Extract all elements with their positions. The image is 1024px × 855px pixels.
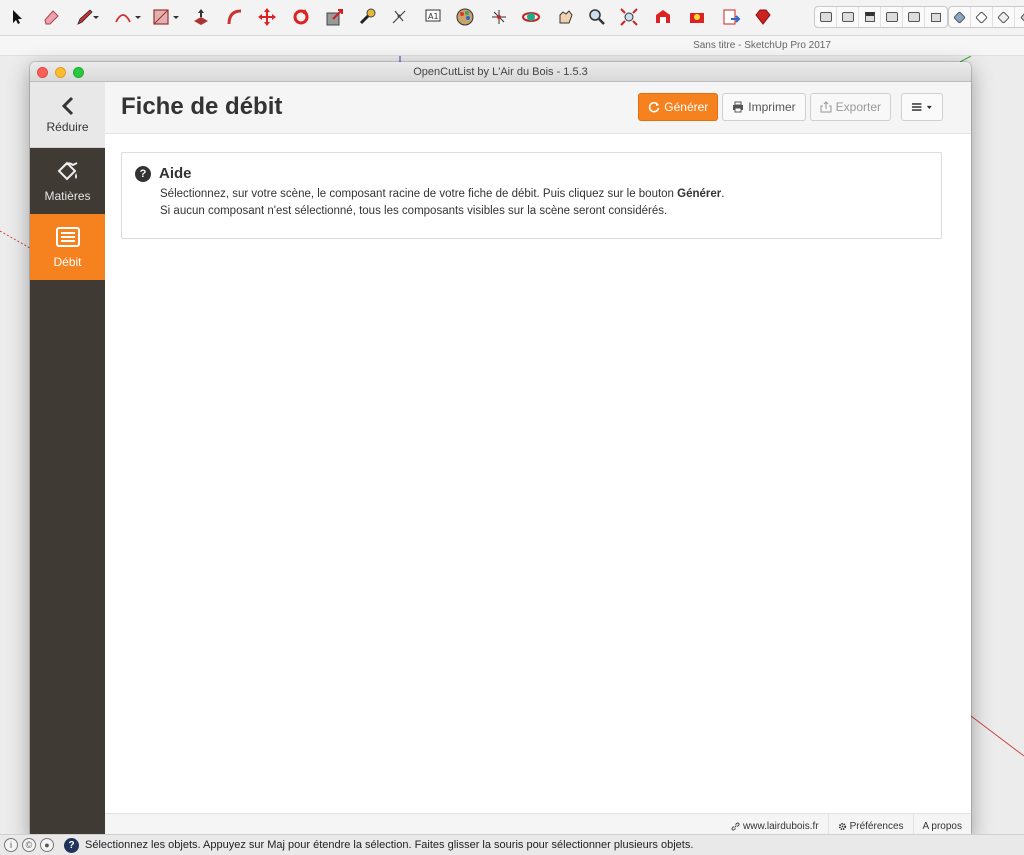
export-button[interactable]: Exporter [809,93,891,121]
materials-icon [57,161,77,181]
warehouse-icon[interactable] [652,6,674,28]
scale-icon[interactable] [324,6,346,28]
ocl-window-title: OpenCutList by L'Air du Bois - 1.5.3 [413,66,588,78]
rectangle-icon[interactable] [150,6,172,28]
maximize-window-button[interactable] [73,67,84,78]
shaded-icon[interactable] [1015,7,1024,27]
help-line2: Si aucun composant n'est sélectionné, to… [160,205,668,217]
iso-view-icon[interactable] [815,7,837,27]
status-bar: i © ● ? Sélectionnez les objets. Appuyez… [0,834,1024,855]
main-panel: Fiche de débit Générer Imprimer Exporter [105,82,971,839]
cutlist-icon [55,227,80,247]
pan-icon[interactable] [554,6,576,28]
send-icon[interactable] [720,6,742,28]
sidebar-item-label: Matières [44,189,91,203]
link-icon [731,822,740,831]
sidebar-item-label: Débit [53,255,82,269]
axes-icon[interactable] [388,6,410,28]
sidebar-item-materials[interactable]: Matières [30,148,105,214]
refresh-icon [649,101,660,113]
page-header: Fiche de débit Générer Imprimer Exporter [105,82,971,134]
page-title: Fiche de débit [121,93,283,120]
help-panel: ? Aide Sélectionnez, sur votre scène, le… [121,152,942,239]
minimize-window-button[interactable] [55,67,66,78]
chevron-down-icon[interactable] [172,6,180,28]
export-label: Exporter [835,100,881,114]
status-message: Sélectionnez les objets. Appuyez sur Maj… [85,839,694,851]
front-view-icon[interactable] [859,7,881,27]
top-view-icon[interactable] [837,7,859,27]
sketchup-toolbar: A1 [0,0,1024,36]
select-icon[interactable] [6,6,28,28]
help-icon[interactable]: ? [64,837,79,853]
sidebar-item-cutlist[interactable]: Débit [30,214,105,280]
export-icon [820,101,832,113]
text-icon[interactable]: A1 [422,6,444,28]
chevron-down-icon [927,105,933,109]
geolocation-icon[interactable]: i [4,838,18,852]
preferences-label: Préférences [849,821,904,832]
move-icon[interactable] [256,6,278,28]
rotate-icon[interactable] [290,6,312,28]
more-menu-button[interactable] [901,93,943,121]
right-view-icon[interactable] [881,7,903,27]
follow-me-icon[interactable] [224,6,246,28]
paint-bucket-icon[interactable] [454,6,476,28]
zoom-icon[interactable] [586,6,608,28]
gear-icon [838,822,846,831]
help-title: Aide [159,165,192,182]
chevron-left-icon [61,96,73,115]
print-button[interactable]: Imprimer [722,93,806,121]
back-view-icon[interactable] [903,7,925,27]
eraser-icon[interactable] [40,6,62,28]
push-pull-icon[interactable] [190,6,212,28]
ruby-icon[interactable] [752,6,774,28]
tape-measure-icon[interactable] [356,6,378,28]
website-label: www.lairdubois.fr [743,821,819,832]
help-line1-bold: Générer [677,188,722,200]
generate-label: Générer [664,100,709,114]
chevron-down-icon[interactable] [92,6,100,28]
hidden-line-icon[interactable] [993,7,1015,27]
generate-button[interactable]: Générer [638,93,719,121]
orbit-icon[interactable] [520,6,542,28]
section-plane-icon[interactable] [488,6,510,28]
left-view-icon[interactable] [925,7,947,27]
extension-icon[interactable] [686,6,708,28]
xray-icon[interactable] [949,7,971,27]
opencutlist-window: OpenCutList by L'Air du Bois - 1.5.3 Réd… [30,62,971,839]
user-icon[interactable]: ● [40,838,54,852]
question-icon: ? [135,165,151,182]
print-label: Imprimer [748,100,796,114]
help-line1-prefix: Sélectionnez, sur votre scène, le compos… [160,188,678,200]
close-window-button[interactable] [37,67,48,78]
collapse-button[interactable]: Réduire [30,82,105,148]
ocl-titlebar: OpenCutList by L'Air du Bois - 1.5.3 [30,62,971,82]
svg-text:A1: A1 [428,12,439,21]
sidebar: Réduire Matières Débit [30,82,105,839]
collapse-label: Réduire [46,119,89,134]
print-icon [733,101,744,113]
arc-icon[interactable] [112,6,134,28]
about-label: A propos [922,821,962,832]
sketchup-window-title: Sans titre - SketchUp Pro 2017 [0,36,1024,56]
help-line1-suffix: . [721,188,725,200]
wireframe-icon[interactable] [971,7,993,27]
chevron-down-icon[interactable] [134,6,142,28]
hamburger-icon [911,103,922,111]
credits-icon[interactable]: © [22,838,36,852]
view-toolbar [814,6,948,28]
help-text: Sélectionnez, sur votre scène, le compos… [160,186,724,220]
style-toolbar [948,6,1024,28]
zoom-extents-icon[interactable] [618,6,640,28]
